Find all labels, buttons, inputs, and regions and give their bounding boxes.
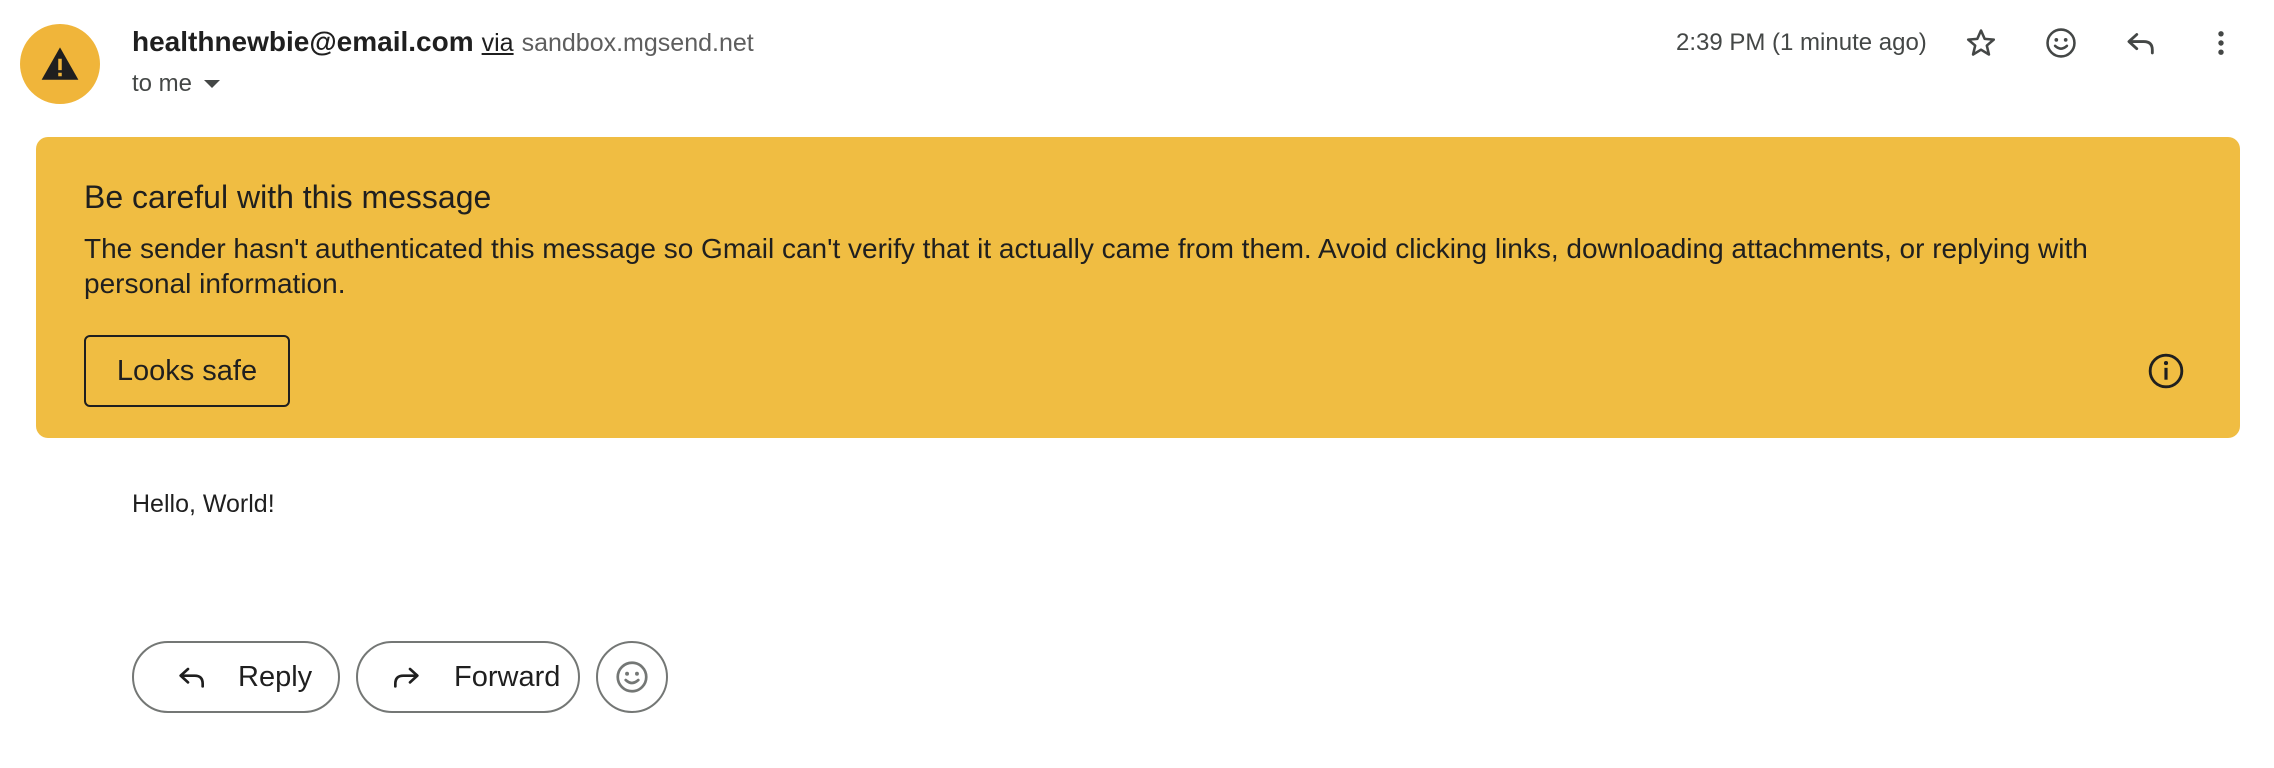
message-body: Hello, World! <box>132 490 275 518</box>
message-timestamp: 2:39 PM (1 minute ago) <box>1676 29 1927 56</box>
more-vert-icon[interactable] <box>2198 20 2244 66</box>
forward-label: Forward <box>454 660 561 693</box>
via-domain: sandbox.mgsend.net <box>521 29 754 57</box>
sender-email[interactable]: healthnewbie@email.com <box>132 26 474 58</box>
via-link[interactable]: via <box>482 29 514 58</box>
warning-icon <box>41 47 79 80</box>
emoji-icon[interactable] <box>2038 20 2084 66</box>
recipient-line[interactable]: to me <box>132 70 221 98</box>
forward-arrow-icon <box>386 657 426 697</box>
sender-avatar[interactable] <box>20 24 100 104</box>
security-warning-banner: Be careful with this message The sender … <box>36 137 2240 438</box>
looks-safe-button[interactable]: Looks safe <box>84 335 290 407</box>
add-reaction-button[interactable] <box>596 641 668 713</box>
star-icon[interactable] <box>1958 20 2004 66</box>
forward-button[interactable]: Forward <box>356 641 580 713</box>
recipient-label: to me <box>132 70 193 97</box>
reply-icon[interactable] <box>2118 20 2164 66</box>
warning-title: Be careful with this message <box>84 179 492 215</box>
message-header: healthnewbie@email.com via sandbox.mgsen… <box>0 0 2274 130</box>
reply-button[interactable]: Reply <box>132 641 340 713</box>
chevron-down-icon[interactable] <box>204 80 221 88</box>
reply-label: Reply <box>238 660 313 693</box>
reply-arrow-icon <box>172 657 212 697</box>
emoji-reaction-icon <box>616 661 648 693</box>
sender-line: healthnewbie@email.com via sandbox.mgsen… <box>132 26 754 58</box>
warning-body: The sender hasn't authenticated this mes… <box>84 233 2088 299</box>
info-icon[interactable] <box>2145 350 2187 392</box>
